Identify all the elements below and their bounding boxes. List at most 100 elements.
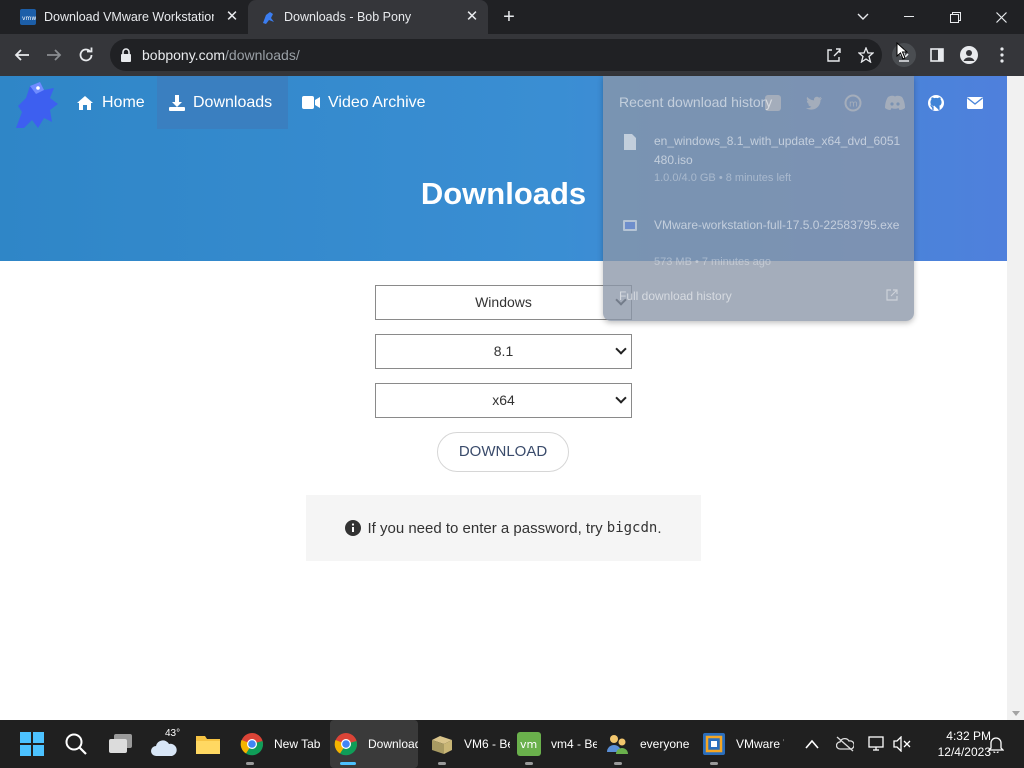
- taskbar-app-vm6[interactable]: VM6 - Bed: [430, 720, 510, 768]
- address-bar[interactable]: bobpony.com/downloads/: [110, 39, 882, 71]
- back-button[interactable]: [10, 43, 34, 67]
- task-view-icon[interactable]: [108, 732, 134, 756]
- github-icon[interactable]: [927, 94, 945, 112]
- network-icon[interactable]: [868, 736, 886, 752]
- vmware-favicon: vmw: [20, 9, 36, 25]
- chevron-down-icon: [615, 392, 627, 404]
- tab-strip: vmw Download VMware Workstation ✕ Downlo…: [0, 0, 1024, 34]
- download-file-name: en_windows_8.1_with_update_x64_dvd_60514…: [654, 134, 901, 167]
- profile-icon[interactable]: [957, 43, 981, 67]
- taskbar-clock[interactable]: 4:32 PM 12/4/2023: [921, 728, 991, 760]
- users-icon: [607, 735, 628, 754]
- nav-video-archive[interactable]: Video Archive: [290, 76, 438, 129]
- clock-time: 4:32 PM: [946, 729, 991, 743]
- taskbar-app-label: New Tab - Google Chrome: [274, 737, 324, 751]
- minimize-button[interactable]: [886, 0, 932, 34]
- restore-button[interactable]: [932, 0, 978, 34]
- tab-title: Download VMware Workstation: [44, 10, 214, 24]
- running-indicator: [525, 762, 533, 765]
- vmware-icon: vm: [517, 732, 541, 756]
- scrollbar[interactable]: [1007, 76, 1024, 720]
- video-icon: [302, 96, 320, 109]
- taskbar-app-vmware-workstation[interactable]: VMware Workstation: [702, 720, 786, 768]
- chevron-down-icon: [615, 343, 627, 355]
- new-tab-button[interactable]: +: [499, 7, 519, 27]
- mail-icon[interactable]: [966, 94, 984, 112]
- weather-temp: 43°: [165, 728, 181, 739]
- side-panel-icon[interactable]: [925, 43, 949, 67]
- close-icon[interactable]: ✕: [464, 9, 480, 25]
- onedrive-offline-icon[interactable]: [836, 736, 854, 752]
- chrome-icon: [334, 733, 358, 756]
- nav-downloads[interactable]: Downloads: [157, 76, 288, 129]
- clock-date: 12/4/2023: [937, 745, 991, 759]
- password-notice: If you need to enter a password, try big…: [306, 495, 701, 561]
- browser-toolbar: bobpony.com/downloads/: [0, 34, 1024, 76]
- share-icon[interactable]: [822, 43, 846, 67]
- nav-home[interactable]: Home: [64, 76, 157, 129]
- download-bubble: Recent download history en_windows_8.1_w…: [603, 76, 914, 321]
- close-window-button[interactable]: [978, 0, 1024, 34]
- arch-select[interactable]: x64: [375, 383, 632, 418]
- taskbar-app-label: everyone: [640, 737, 690, 751]
- running-indicator: [438, 762, 446, 765]
- bookmark-star-icon[interactable]: [854, 43, 878, 67]
- weather-cloud-icon: [151, 740, 177, 756]
- file-explorer-icon[interactable]: [195, 733, 221, 755]
- bobpony-favicon: [263, 12, 274, 24]
- download-item[interactable]: VMware-workstation-full-17.5.0-22583795.…: [623, 216, 903, 276]
- chevron-up-icon[interactable]: [805, 739, 819, 749]
- taskbar-app-vm4[interactable]: vm vm4 - Bed: [517, 720, 599, 768]
- windows-taskbar: 43° New Tab - Google Chrome Downloads - …: [0, 720, 1024, 768]
- taskbar-app-new-tab[interactable]: New Tab - Google Chrome: [240, 720, 328, 768]
- reload-button[interactable]: [74, 43, 98, 67]
- tab-vmware-download[interactable]: vmw Download VMware Workstation ✕: [8, 0, 248, 34]
- os-select-value: Windows: [475, 294, 532, 310]
- download-button[interactable]: DOWNLOAD: [437, 432, 569, 472]
- running-indicator: [614, 762, 622, 765]
- chrome-icon: [240, 733, 264, 756]
- external-link-icon[interactable]: [886, 289, 898, 301]
- vmware-workstation-icon: [703, 733, 725, 755]
- version-select-value: 8.1: [493, 343, 514, 359]
- file-icon: [624, 134, 636, 150]
- download-item[interactable]: en_windows_8.1_with_update_x64_dvd_60514…: [623, 132, 903, 192]
- tab-search-icon[interactable]: [840, 0, 886, 34]
- active-indicator: [340, 762, 356, 765]
- running-indicator: [710, 762, 718, 765]
- menu-icon[interactable]: [990, 43, 1014, 67]
- windows-start-icon[interactable]: [20, 732, 44, 756]
- os-select[interactable]: Windows: [375, 285, 632, 320]
- info-icon: [345, 520, 362, 536]
- tab-bobpony-downloads[interactable]: Downloads - Bob Pony ✕: [248, 0, 488, 34]
- arch-select-value: x64: [492, 392, 515, 408]
- full-download-history-link[interactable]: Full download history: [619, 289, 732, 303]
- taskbar-app-label: VM6 - Bed: [464, 737, 510, 751]
- close-icon[interactable]: ✕: [224, 9, 240, 25]
- download-file-name: VMware-workstation-full-17.5.0-22583795.…: [654, 218, 900, 232]
- vm-icon: [432, 736, 452, 754]
- weather-widget[interactable]: 43°: [150, 728, 190, 760]
- home-icon: [77, 95, 93, 110]
- running-indicator: [246, 762, 254, 765]
- notification-bell-icon[interactable]: [988, 735, 1004, 753]
- download-bubble-title: Recent download history: [619, 94, 773, 110]
- search-icon[interactable]: [64, 732, 88, 756]
- notice-code: bigcdn: [606, 520, 658, 536]
- svg-text:vm: vm: [520, 738, 537, 751]
- installer-icon: [623, 220, 637, 231]
- forward-button[interactable]: [42, 43, 66, 67]
- nav-label: Video Archive: [328, 93, 426, 111]
- url-text: bobpony.com/downloads/: [142, 47, 300, 63]
- version-select[interactable]: 8.1: [375, 334, 632, 369]
- taskbar-app-downloads[interactable]: Downloads - Bob Pony: [330, 720, 418, 768]
- notice-text: If you need to enter a password, try: [367, 519, 607, 537]
- nav-label: Home: [102, 93, 145, 111]
- bobpony-logo[interactable]: [10, 78, 62, 130]
- taskbar-app-everyone[interactable]: everyone: [606, 720, 696, 768]
- download-file-meta: 573 MB • 7 minutes ago: [654, 256, 771, 268]
- notice-suffix: .: [657, 519, 662, 537]
- volume-muted-icon[interactable]: [893, 736, 911, 752]
- lock-icon: [121, 48, 131, 62]
- scroll-down-icon[interactable]: [1012, 711, 1020, 716]
